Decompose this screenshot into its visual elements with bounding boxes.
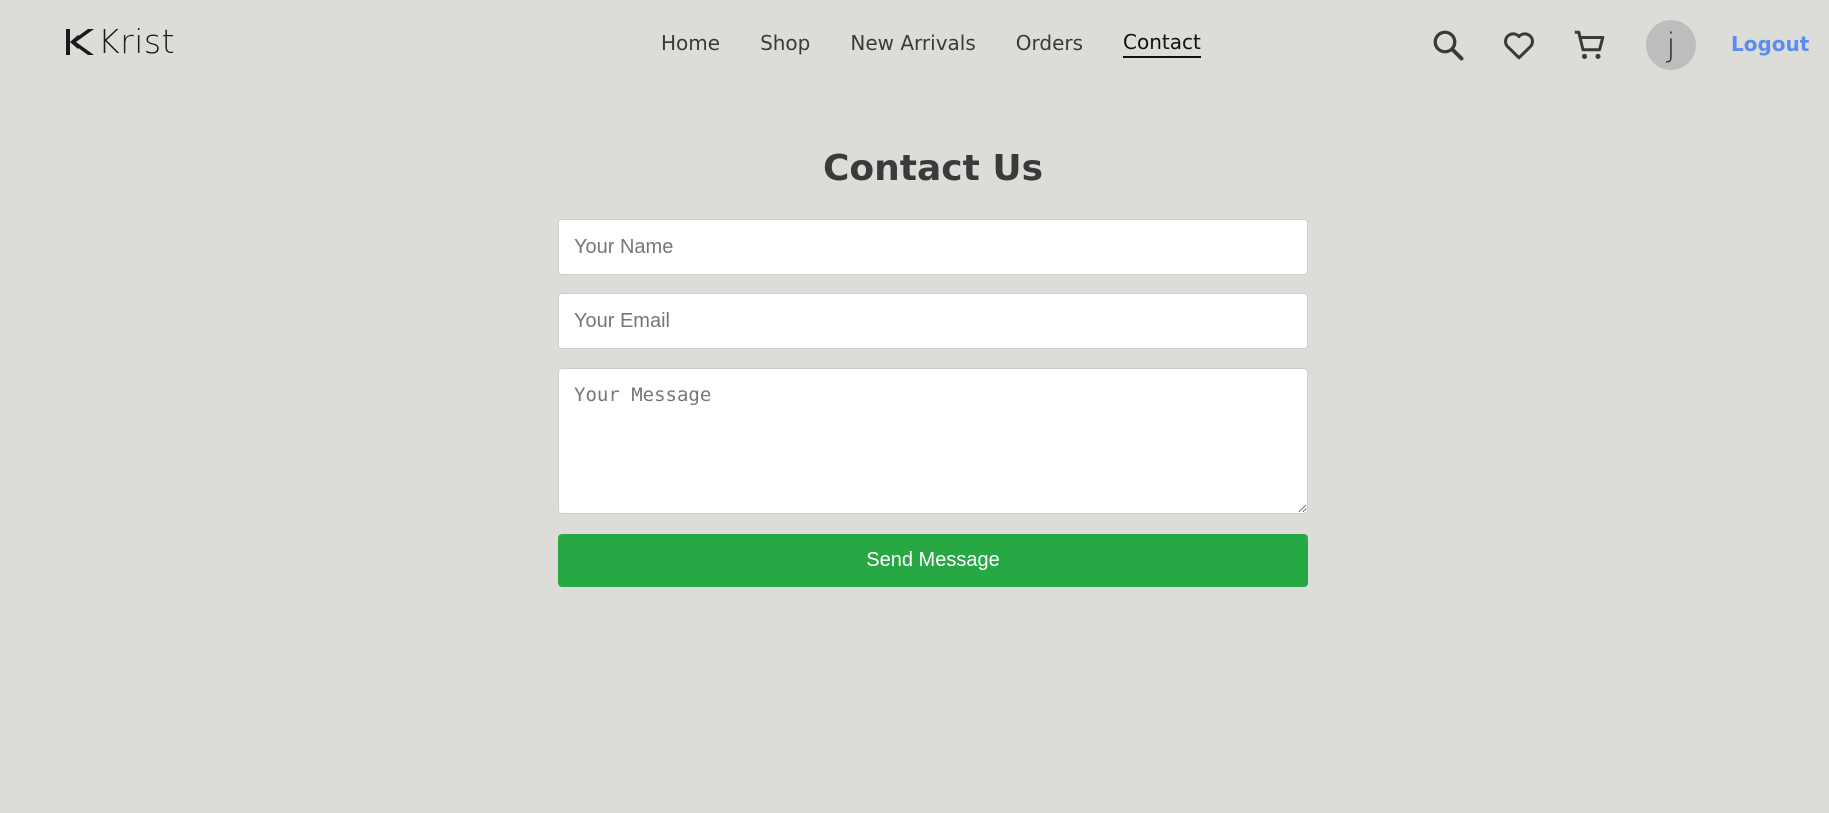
cart-icon[interactable] [1571,27,1607,63]
nav-link-contact[interactable]: Contact [1123,28,1201,58]
logout-link[interactable]: Logout [1731,30,1809,58]
page-title: Contact Us [822,148,1044,189]
search-icon[interactable] [1430,27,1466,63]
email-field[interactable] [558,293,1308,349]
nav-link-orders[interactable]: Orders [1016,28,1083,58]
brand-logo[interactable]: Krist [64,22,175,62]
name-field[interactable] [558,219,1308,275]
krist-logo-icon [66,29,94,55]
main-nav: Home Shop New Arrivals Orders Contact [661,28,1201,58]
heart-icon[interactable] [1501,27,1537,63]
message-field[interactable] [558,368,1308,514]
brand-name: Krist [98,22,176,61]
nav-link-home[interactable]: Home [661,28,720,58]
navbar: Krist Home Shop New Arrivals Orders Cont… [0,0,1829,88]
send-message-button[interactable]: Send Message [558,534,1308,587]
nav-link-new-arrivals[interactable]: New Arrivals [850,28,975,58]
nav-link-shop[interactable]: Shop [760,28,810,58]
user-avatar[interactable]: j [1646,20,1696,70]
